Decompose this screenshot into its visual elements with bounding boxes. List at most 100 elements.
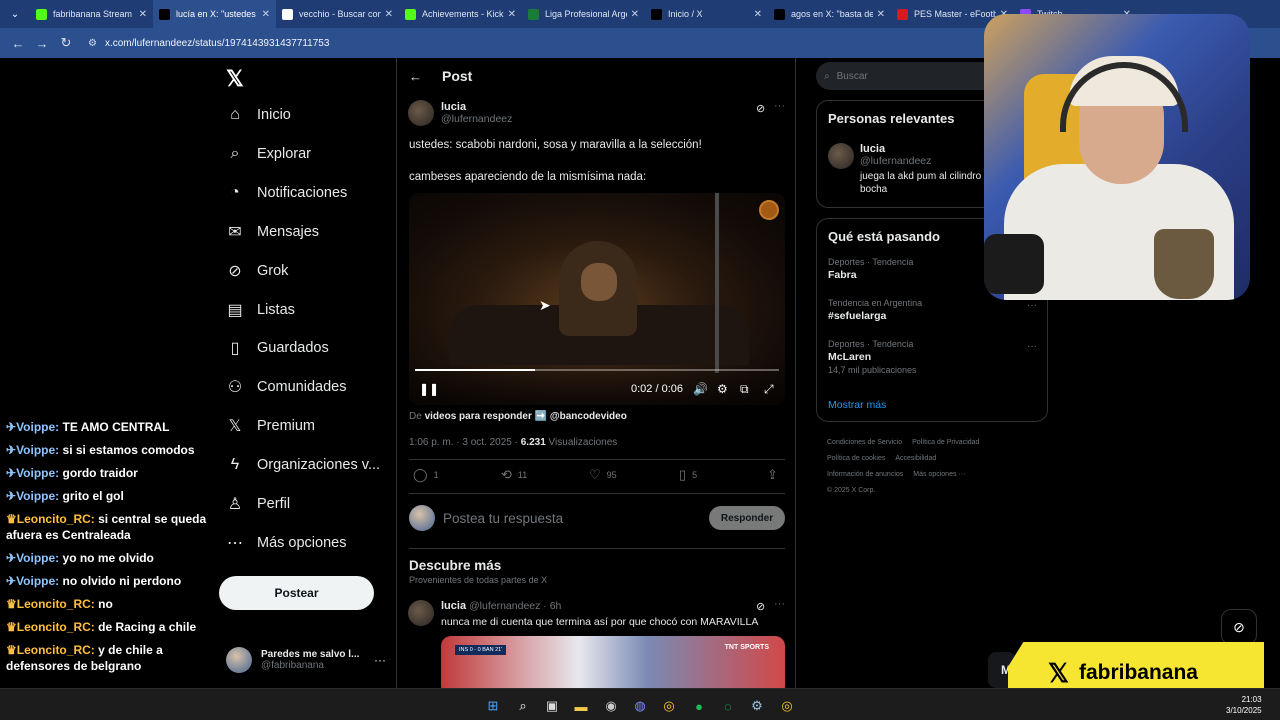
- tab-search-button[interactable]: ⌄: [4, 3, 26, 25]
- close-icon[interactable]: ✕: [631, 9, 639, 20]
- post-timestamp[interactable]: 1:06 p. m. · 3 oct. 2025 ·: [409, 437, 518, 448]
- share-button[interactable]: ⇪: [767, 467, 784, 483]
- task-view-icon[interactable]: ▣: [543, 697, 561, 715]
- browser-tab[interactable]: Liga Profesional Arge ✕: [522, 0, 645, 28]
- forward-icon[interactable]: →: [30, 31, 54, 55]
- show-more-link[interactable]: Mostrar más: [828, 399, 886, 411]
- trend-item[interactable]: Tendencia en Argentina #sefuelarga: [828, 298, 922, 322]
- related-author-handle[interactable]: @lufernandeez · 6h: [469, 600, 561, 612]
- source-link[interactable]: videos para responder ➡️ @bancodevideo: [425, 411, 627, 422]
- browser-tab[interactable]: Achievements - Kick ✕: [399, 0, 522, 28]
- sidebar-item-10[interactable]: ♙ Perfil: [218, 487, 396, 521]
- trend-item[interactable]: Deportes · Tendencia Fabra: [828, 257, 913, 281]
- sidebar-item-5[interactable]: ▤ Listas: [218, 293, 396, 327]
- footer-link[interactable]: © 2025 X Corp.: [827, 487, 875, 494]
- video-player[interactable]: ❚❚ 0:02 / 0:06 🔊 ⚙ ⧉ ⤢: [409, 193, 785, 405]
- footer-link[interactable]: Política de Privacidad: [912, 439, 979, 446]
- reply-submit-button[interactable]: Responder: [709, 506, 785, 530]
- chat-username[interactable]: Voippe:: [16, 489, 59, 503]
- trend-item[interactable]: Deportes · Tendencia McLaren 14,7 mil publ…: [828, 339, 917, 375]
- fullscreen-icon[interactable]: ⤢: [764, 382, 774, 397]
- avatar[interactable]: [408, 100, 434, 126]
- search-input[interactable]: ⌕ Buscar: [816, 62, 996, 90]
- more-dots-icon[interactable]: ···: [774, 100, 785, 112]
- grok-icon[interactable]: ⊘: [756, 102, 765, 115]
- post-button[interactable]: Postear: [219, 576, 374, 610]
- sidebar-item-2[interactable]: ◔ Notificaciones: [218, 176, 396, 210]
- close-icon[interactable]: ✕: [385, 9, 393, 20]
- chat-username[interactable]: Voippe:: [16, 574, 59, 588]
- pause-icon[interactable]: ❚❚: [419, 382, 439, 396]
- relevant-handle[interactable]: @lufernandeez: [860, 155, 990, 167]
- picture-in-picture-icon[interactable]: ⧉: [740, 382, 749, 397]
- footer-link[interactable]: Accesibilidad: [895, 455, 936, 462]
- chrome-icon[interactable]: ◎: [778, 697, 796, 715]
- settings-gear-icon[interactable]: ⚙: [717, 382, 728, 396]
- sidebar-item-11[interactable]: ⋯ Más opciones: [218, 526, 396, 560]
- video-progress-bar[interactable]: [415, 369, 779, 371]
- chat-username[interactable]: Leoncito_RC:: [17, 512, 95, 526]
- post-author[interactable]: lucia @lufernandeez: [408, 100, 512, 126]
- reply-input[interactable]: Postea tu respuesta: [443, 511, 709, 526]
- search-icon[interactable]: ⌕: [514, 697, 532, 715]
- reload-icon[interactable]: ↻: [54, 31, 78, 55]
- more-dots-icon[interactable]: ···: [1027, 300, 1037, 311]
- like-button[interactable]: ♡ 95: [589, 467, 617, 483]
- grok-icon[interactable]: ⊘: [756, 600, 765, 613]
- back-arrow-icon[interactable]: ←: [409, 69, 422, 84]
- back-icon[interactable]: ←: [6, 31, 30, 55]
- windows-start-icon[interactable]: ⊞: [484, 697, 502, 715]
- footer-link[interactable]: Condiciones de Servicio: [827, 439, 902, 446]
- chat-username[interactable]: Voippe:: [16, 466, 59, 480]
- file-explorer-icon[interactable]: ▬: [572, 697, 590, 715]
- avatar[interactable]: [408, 600, 434, 626]
- reply-button[interactable]: ◯ 1: [413, 467, 439, 483]
- chat-username[interactable]: Voippe:: [16, 551, 59, 565]
- bookmark-button[interactable]: ▯ 5: [679, 467, 697, 483]
- close-icon[interactable]: ✕: [139, 9, 147, 20]
- browser-tab[interactable]: lucía en X: "ustedes ✕: [153, 0, 276, 28]
- url-field[interactable]: ⚙ x.com/lufernandeez/status/197414393143…: [88, 38, 329, 49]
- volume-icon[interactable]: 🔊: [693, 382, 708, 396]
- steam-icon[interactable]: ⚙: [748, 697, 766, 715]
- close-icon[interactable]: ✕: [262, 9, 270, 20]
- url-text[interactable]: x.com/lufernandeez/status/19741439314377…: [105, 38, 329, 49]
- discord-icon[interactable]: ◍: [631, 697, 649, 715]
- close-icon[interactable]: ✕: [508, 9, 516, 20]
- footer-link[interactable]: Información de anuncios: [827, 471, 903, 478]
- author-handle[interactable]: @lufernandeez: [441, 113, 512, 125]
- sidebar-item-3[interactable]: ✉ Mensajes: [218, 215, 396, 249]
- chat-username[interactable]: Voippe:: [16, 420, 59, 434]
- browser-tab[interactable]: fabribanana Stream ✕: [30, 0, 153, 28]
- spotify-icon[interactable]: ●: [690, 697, 708, 715]
- sidebar-item-1[interactable]: ⌕ Explorar: [218, 137, 396, 171]
- account-switcher[interactable]: Paredes me salvo l... @fabribanana ···: [226, 642, 386, 678]
- sidebar-item-8[interactable]: 𝕏 Premium: [218, 409, 396, 443]
- chat-username[interactable]: Leoncito_RC:: [17, 620, 95, 634]
- more-dots-icon[interactable]: ···: [1027, 341, 1037, 352]
- footer-link[interactable]: Más opciones ···: [913, 471, 965, 478]
- browser-tab[interactable]: Inicio / X ✕: [645, 0, 768, 28]
- browser-tab[interactable]: vecchio - Buscar con ✕: [276, 0, 399, 28]
- obs-icon[interactable]: ◉: [602, 697, 620, 715]
- sidebar-item-0[interactable]: ⌂ Inicio: [218, 98, 396, 132]
- chat-username[interactable]: Leoncito_RC:: [17, 597, 95, 611]
- related-post-media[interactable]: INS 0 - 0 BAN 21' TNT SPORTS: [441, 636, 785, 696]
- x-logo-icon[interactable]: 𝕏: [226, 66, 244, 92]
- chat-username[interactable]: Leoncito_RC:: [17, 643, 95, 657]
- grok-float-icon[interactable]: ⊘: [1221, 609, 1257, 645]
- footer-link[interactable]: Política de cookies: [827, 455, 885, 462]
- whatsapp-icon[interactable]: ◌: [719, 697, 737, 715]
- repost-button[interactable]: ⟲ 11: [501, 467, 527, 483]
- sidebar-item-4[interactable]: ⊘ Grok: [218, 254, 396, 288]
- close-icon[interactable]: ✕: [754, 9, 762, 20]
- chat-username[interactable]: Voippe:: [16, 443, 59, 457]
- system-clock[interactable]: 21:03 3/10/2025: [1226, 694, 1262, 716]
- browser-tab[interactable]: agos en X: "basta de ✕: [768, 0, 891, 28]
- relevant-name[interactable]: lucia: [860, 143, 990, 155]
- close-icon[interactable]: ✕: [877, 9, 885, 20]
- sidebar-item-7[interactable]: ⚇ Comunidades: [218, 370, 396, 404]
- more-dots-icon[interactable]: ···: [374, 653, 386, 667]
- author-name[interactable]: lucia: [441, 101, 512, 113]
- sidebar-item-9[interactable]: ϟ Organizaciones v...: [218, 448, 396, 482]
